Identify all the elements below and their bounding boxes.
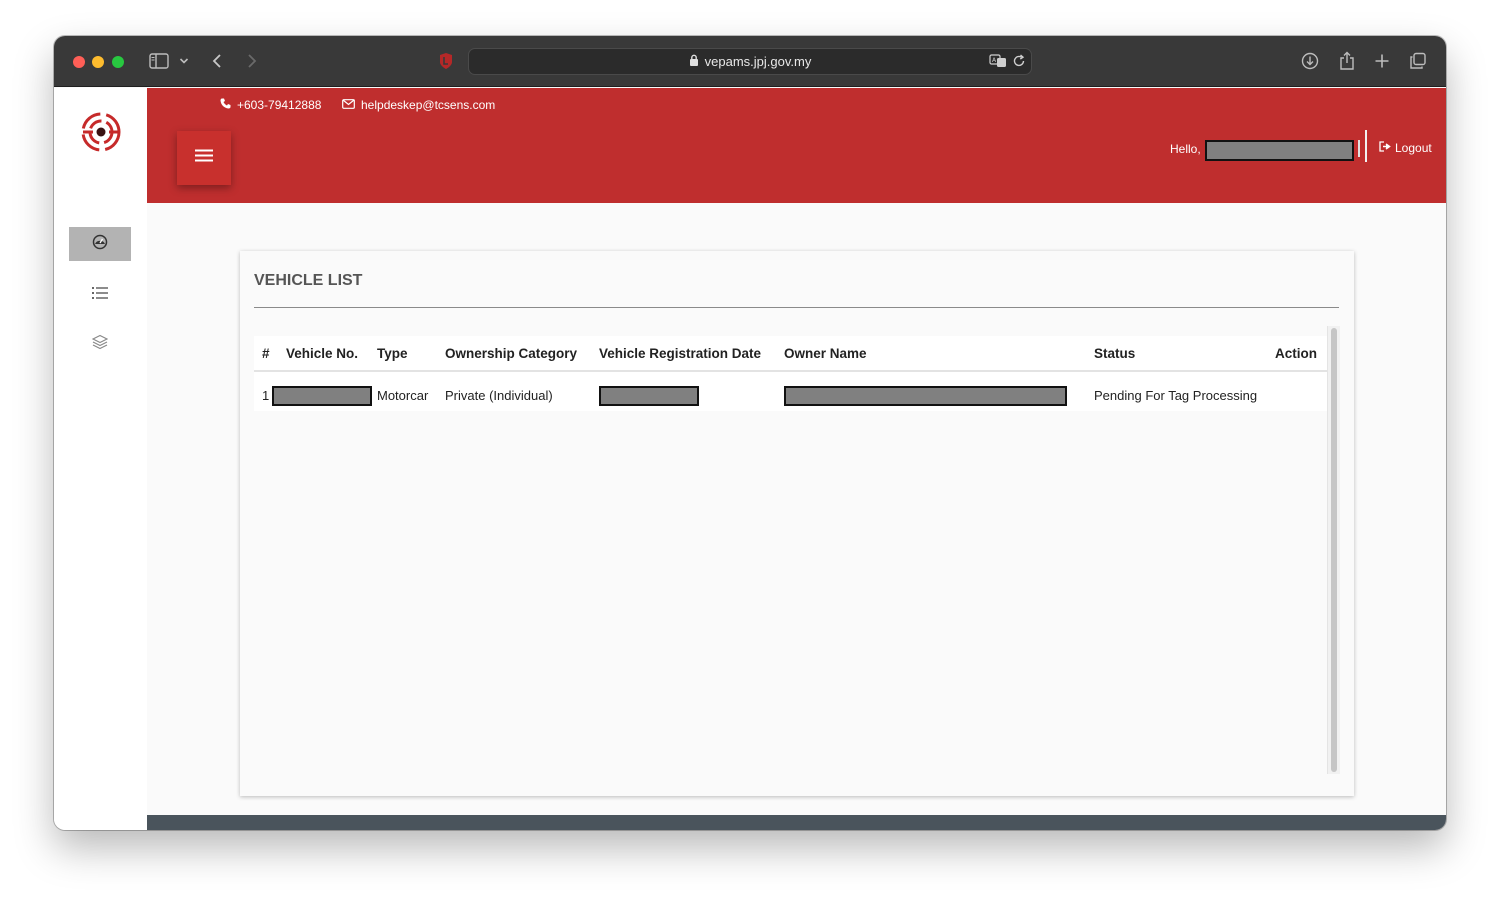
shield-extension-icon[interactable]	[436, 50, 456, 72]
header-divider	[1365, 130, 1367, 162]
translate-icon[interactable]: A	[989, 54, 1007, 73]
redacted-registration-date	[599, 386, 699, 406]
column-header-action: Action	[1275, 346, 1317, 361]
column-header-owner-name[interactable]: Owner Name	[784, 346, 867, 361]
forward-icon[interactable]	[244, 50, 260, 72]
lock-icon	[689, 53, 699, 71]
app-sidebar	[54, 88, 147, 830]
contact-phone[interactable]: +603-79412888	[220, 98, 321, 112]
page-title: VEHICLE LIST	[254, 272, 363, 289]
row-index: 1	[262, 388, 270, 403]
column-header-index: #	[262, 346, 270, 361]
logout-icon	[1379, 141, 1391, 155]
contact-email[interactable]: helpdeskep@tcsens.com	[342, 98, 495, 112]
browser-window: vepams.jpj.gov.my A +603-79412888 helpde…	[54, 36, 1446, 830]
downloads-icon[interactable]	[1300, 50, 1320, 72]
new-tab-icon[interactable]	[1372, 50, 1392, 72]
app-logo[interactable]	[79, 110, 123, 154]
minimize-window-button[interactable]	[92, 56, 104, 68]
vehicle-list-card: VEHICLE LIST # Vehicle No. Type Ownershi…	[240, 251, 1354, 796]
redacted-owner-name	[784, 386, 1067, 406]
chevron-down-icon[interactable]	[178, 50, 190, 72]
vehicle-table: # Vehicle No. Type Ownership Category Ve…	[254, 336, 1327, 411]
row-type: Motorcar	[377, 388, 429, 403]
browser-toolbar: vepams.jpj.gov.my A	[54, 36, 1446, 87]
phone-icon	[220, 98, 231, 112]
phone-number: +603-79412888	[237, 98, 322, 112]
row-status: Pending For Tag Processing	[1094, 388, 1258, 403]
scrollbar-thumb[interactable]	[1331, 328, 1337, 772]
page-footer	[147, 815, 1446, 830]
dashboard-icon	[92, 234, 108, 255]
tab-overview-icon[interactable]	[1408, 50, 1428, 72]
envelope-icon	[342, 98, 355, 112]
app-header: +603-79412888 helpdeskep@tcsens.com Hell…	[147, 88, 1446, 203]
address-bar[interactable]: vepams.jpj.gov.my A	[468, 48, 1032, 75]
back-icon[interactable]	[209, 50, 225, 72]
url-text: vepams.jpj.gov.my	[704, 54, 812, 69]
sidebar-toggle-icon[interactable]	[148, 50, 170, 72]
column-header-vehicle-no[interactable]: Vehicle No.	[286, 346, 358, 361]
reload-icon[interactable]	[1012, 54, 1026, 73]
title-divider	[254, 307, 1339, 308]
column-header-type[interactable]: Type	[377, 346, 408, 361]
row-ownership-category: Private (Individual)	[445, 388, 553, 403]
table-header: # Vehicle No. Type Ownership Category Ve…	[254, 336, 1327, 372]
table-scrollbar[interactable]	[1327, 326, 1340, 774]
menu-toggle-button[interactable]	[177, 131, 231, 185]
share-icon[interactable]	[1337, 50, 1357, 72]
email-address: helpdeskep@tcsens.com	[361, 98, 496, 112]
separator	[1358, 140, 1360, 157]
redacted-username	[1205, 140, 1354, 161]
column-header-status[interactable]: Status	[1094, 346, 1135, 361]
sidebar-item-dashboard[interactable]	[69, 227, 131, 261]
redacted-vehicle-no	[272, 386, 372, 406]
svg-text:A: A	[992, 57, 997, 64]
logout-label: Logout	[1395, 141, 1432, 155]
column-header-registration-date[interactable]: Vehicle Registration Date	[599, 346, 761, 361]
greeting-text: Hello,	[1170, 142, 1201, 156]
hamburger-icon	[195, 149, 213, 167]
column-header-ownership-category[interactable]: Ownership Category	[445, 346, 577, 361]
layers-icon	[91, 334, 109, 355]
list-icon	[92, 286, 108, 305]
sidebar-item-layers[interactable]	[69, 327, 131, 361]
sidebar-item-list[interactable]	[69, 278, 131, 312]
logout-button[interactable]: Logout	[1379, 141, 1432, 155]
close-window-button[interactable]	[73, 56, 85, 68]
zoom-window-button[interactable]	[112, 56, 124, 68]
